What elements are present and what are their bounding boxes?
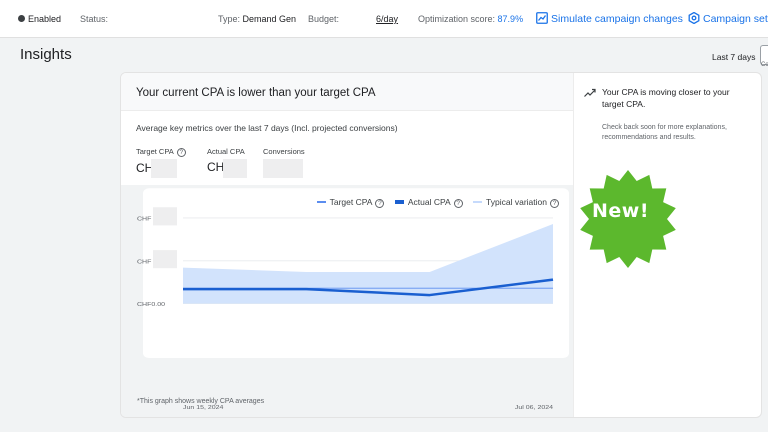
- legend-target-cpa: Target CPA?: [316, 197, 385, 208]
- legend-label: Typical variation: [486, 197, 547, 207]
- new-badge-label: New!: [592, 200, 650, 222]
- card-header: Your current CPA is lower than your targ…: [121, 73, 573, 111]
- metric-label: Target CPA: [136, 147, 174, 156]
- help-icon[interactable]: ?: [375, 199, 385, 208]
- help-icon[interactable]: ?: [176, 148, 186, 157]
- y-tick-label: CHF: [137, 216, 151, 222]
- campaign-type: Type: Demand Gen: [218, 14, 296, 24]
- insight-panel: Your CPA is moving closer to your target…: [573, 73, 761, 417]
- date-range-label: Last 7 days: [712, 52, 756, 62]
- campaign-settings-button[interactable]: Campaign setti: [688, 11, 768, 25]
- page-title: Insights: [20, 46, 72, 63]
- x-tick-label: Jul 06, 2024: [515, 405, 554, 411]
- budget-label: Budget:: [308, 14, 340, 24]
- budget-value-link[interactable]: 6/day: [376, 14, 398, 24]
- campaign-settings-label: Campaign setti: [703, 13, 768, 25]
- y-tick-label: CHF: [137, 259, 151, 265]
- metric-label: Actual CPA: [207, 147, 245, 156]
- optimization-score: Optimization score: 87.9%: [418, 14, 523, 24]
- status-dot-icon: [18, 15, 25, 22]
- legend-swatch: [316, 201, 326, 203]
- cpa-chart: CHF CHF CHF0.00 Jun 15, 2024 Jul 06, 2024: [137, 188, 569, 411]
- type-label: Type:: [218, 14, 241, 24]
- redacted-value: [263, 159, 303, 178]
- y-tick-label: CHF0.00: [137, 302, 165, 308]
- optimization-label: Optimization score:: [418, 14, 496, 24]
- help-icon[interactable]: ?: [453, 199, 463, 208]
- metric-label: Conversions: [263, 147, 305, 156]
- legend-swatch: [473, 201, 483, 203]
- simulate-campaign-changes-button[interactable]: Simulate campaign changes: [536, 12, 683, 25]
- insight-body: Check back soon for more explanations, r…: [602, 124, 727, 141]
- chart-icon: [536, 12, 548, 24]
- trending-up-icon: [584, 88, 596, 97]
- legend-label: Target CPA: [329, 197, 373, 207]
- type-value: Demand Gen: [242, 14, 297, 24]
- cpa-insight-card: Your current CPA is lower than your targ…: [120, 72, 762, 418]
- status-value[interactable]: Enabled: [28, 14, 61, 24]
- cpa-metrics-section: Your current CPA is lower than your targ…: [121, 73, 573, 417]
- chart-legend: Target CPA? Actual CPA? Typical variatio…: [309, 197, 559, 208]
- redacted-value: [151, 159, 177, 178]
- redacted-tick-value: [153, 250, 177, 269]
- redacted-tick-value: [153, 207, 177, 226]
- x-tick-label: Jun 15, 2024: [183, 405, 224, 411]
- campaign-status-bar: Enabled Status: Type: Demand Gen Budget:…: [0, 0, 768, 38]
- legend-swatch: [394, 200, 404, 204]
- date-range-cut-label: Co: [761, 62, 768, 68]
- card-title: Your current CPA is lower than your targ…: [136, 87, 376, 99]
- legend-label: Actual CPA: [407, 197, 451, 207]
- legend-typical-variation: Typical variation?: [473, 197, 559, 208]
- insight-headline: Your CPA is moving closer to your target…: [602, 87, 730, 109]
- metrics-description: Average key metrics over the last 7 days…: [136, 123, 398, 133]
- redacted-value: [223, 159, 247, 178]
- status-label: Status:: [80, 14, 109, 24]
- optimization-value[interactable]: 87.9%: [498, 14, 524, 24]
- gear-icon: [688, 11, 700, 25]
- simulate-label: Simulate campaign changes: [551, 13, 683, 25]
- chart-footnote: *This graph shows weekly CPA averages: [137, 398, 265, 405]
- legend-actual-cpa: Actual CPA?: [394, 197, 463, 208]
- help-icon[interactable]: ?: [550, 199, 559, 208]
